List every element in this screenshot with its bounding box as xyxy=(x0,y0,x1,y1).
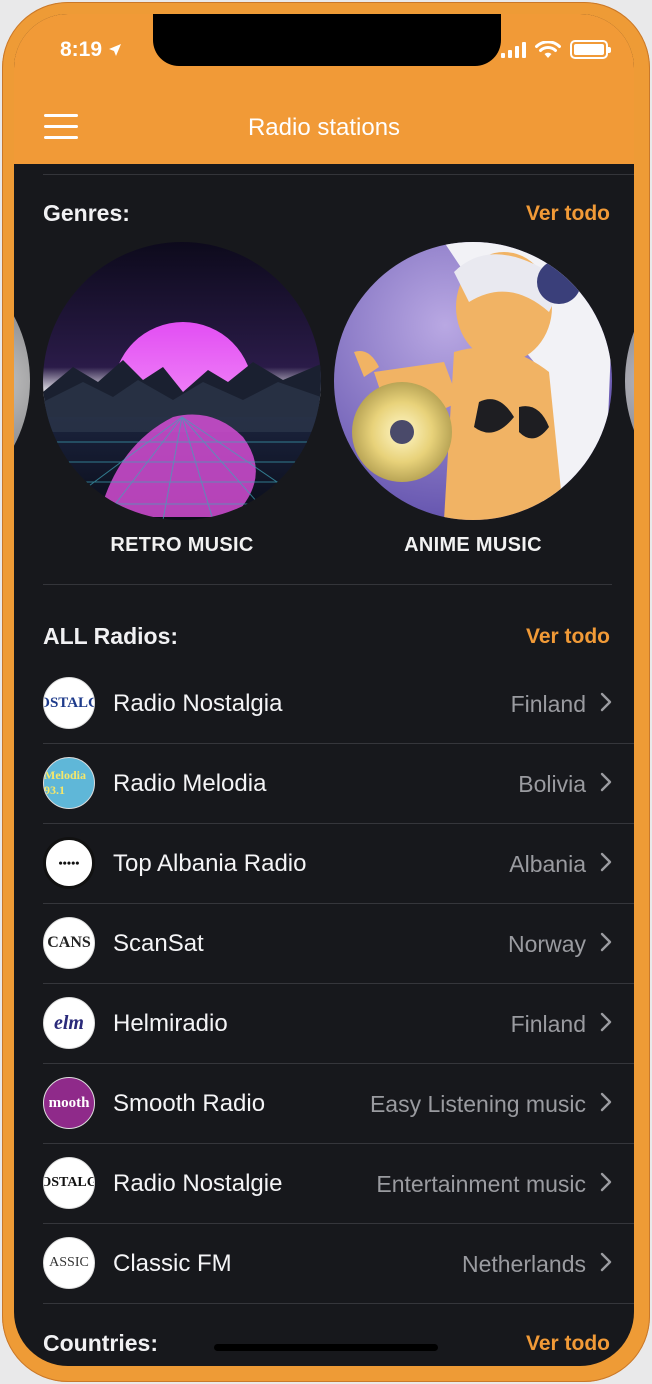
genres-view-all-link[interactable]: Ver todo xyxy=(526,202,610,226)
genre-card-anime-music[interactable] xyxy=(334,242,612,520)
page-title: Radio stations xyxy=(247,114,401,141)
home-indicator[interactable] xyxy=(214,1344,438,1351)
radio-logo: ASSIC xyxy=(43,1237,95,1289)
radio-name: Smooth Radio xyxy=(113,1090,266,1117)
radio-name: Radio Nostalgie xyxy=(113,1170,283,1197)
radio-name: Top Albania Radio xyxy=(113,850,307,877)
genre-label-anime-music: ANIME MUSIC xyxy=(404,534,542,556)
radio-meta: Netherlands xyxy=(461,1251,586,1277)
location-arrow-icon xyxy=(109,44,122,56)
radio-row-radio-nostalgie[interactable]: OSTALG Radio Nostalgie Entertainment mus… xyxy=(43,1144,634,1224)
signal-icon xyxy=(501,41,526,58)
chevron-right-icon xyxy=(600,932,612,952)
countries-title: Countries: xyxy=(43,1330,158,1356)
anime-music-artwork xyxy=(334,242,612,520)
all-radios-title: ALL Radios: xyxy=(43,623,179,649)
radio-logo: CANS xyxy=(43,917,95,969)
radio-row-radio-nostalgia[interactable]: OSTALG Radio Nostalgia Finland xyxy=(43,664,634,744)
status-time-text: 8:19 xyxy=(60,38,103,61)
radio-meta: Bolivia xyxy=(518,771,586,797)
radio-meta: Finland xyxy=(510,691,586,717)
retro-music-artwork xyxy=(43,242,321,520)
radio-row-classic-fm[interactable]: ASSIC Classic FM Netherlands xyxy=(43,1224,634,1304)
chevron-right-icon xyxy=(600,1252,612,1272)
radio-row-scansat[interactable]: CANS ScanSat Norway xyxy=(43,904,634,984)
radio-logo: mooth xyxy=(43,1077,95,1129)
radio-meta: Albania xyxy=(509,851,586,877)
status-indicators xyxy=(501,40,611,59)
radio-name: Radio Nostalgia xyxy=(113,690,283,717)
radio-logo: ••••• xyxy=(43,837,95,889)
radio-logo: OSTALG xyxy=(43,1157,95,1209)
chevron-right-icon xyxy=(600,772,612,792)
app-header: 8:19 Radio stations xyxy=(14,14,634,164)
genre-card-partial-left[interactable] xyxy=(14,242,30,520)
app-screen: 8:19 Radio stations Genres: Ver todo RET… xyxy=(14,14,634,1366)
radio-meta: Norway xyxy=(508,931,586,957)
battery-icon xyxy=(570,40,611,59)
chevron-right-icon xyxy=(600,1172,612,1192)
genre-card-partial-right[interactable] xyxy=(625,242,634,520)
genre-card-retro-music[interactable] xyxy=(43,242,321,520)
radio-name: Classic FM xyxy=(113,1250,232,1277)
radio-name: Helmiradio xyxy=(113,1010,228,1037)
radio-row-smooth-radio[interactable]: mooth Smooth Radio Easy Listening music xyxy=(43,1064,634,1144)
row-separator xyxy=(43,1303,634,1304)
chevron-right-icon xyxy=(600,852,612,872)
genres-title: Genres: xyxy=(43,200,130,226)
device-notch xyxy=(153,14,501,66)
radio-meta: Entertainment music xyxy=(376,1171,586,1197)
radio-meta: Easy Listening music xyxy=(369,1091,586,1117)
radio-row-top-albania-radio[interactable]: ••••• Top Albania Radio Albania xyxy=(43,824,634,904)
radio-logo: Melodia 93.1 xyxy=(43,757,95,809)
radio-logo: OSTALG xyxy=(43,677,95,729)
chevron-right-icon xyxy=(600,1012,612,1032)
radio-name: ScanSat xyxy=(113,930,204,957)
radio-row-helmiradio[interactable]: elm Helmiradio Finland xyxy=(43,984,634,1064)
all-radios-view-all-link[interactable]: Ver todo xyxy=(526,625,610,649)
radio-meta: Finland xyxy=(510,1011,586,1037)
radio-logo: elm xyxy=(43,997,95,1049)
chevron-right-icon xyxy=(600,1092,612,1112)
radio-row-radio-melodia[interactable]: Melodia 93.1 Radio Melodia Bolivia xyxy=(43,744,634,824)
wifi-icon xyxy=(535,40,561,58)
countries-view-all-link[interactable]: Ver todo xyxy=(526,1332,610,1356)
genres-divider xyxy=(43,584,612,585)
status-time: 8:19 xyxy=(60,38,122,62)
chevron-right-icon xyxy=(600,692,612,712)
radio-name: Radio Melodia xyxy=(113,770,267,797)
genre-label-retro-music: RETRO MUSIC xyxy=(110,534,254,556)
top-divider xyxy=(43,174,634,175)
